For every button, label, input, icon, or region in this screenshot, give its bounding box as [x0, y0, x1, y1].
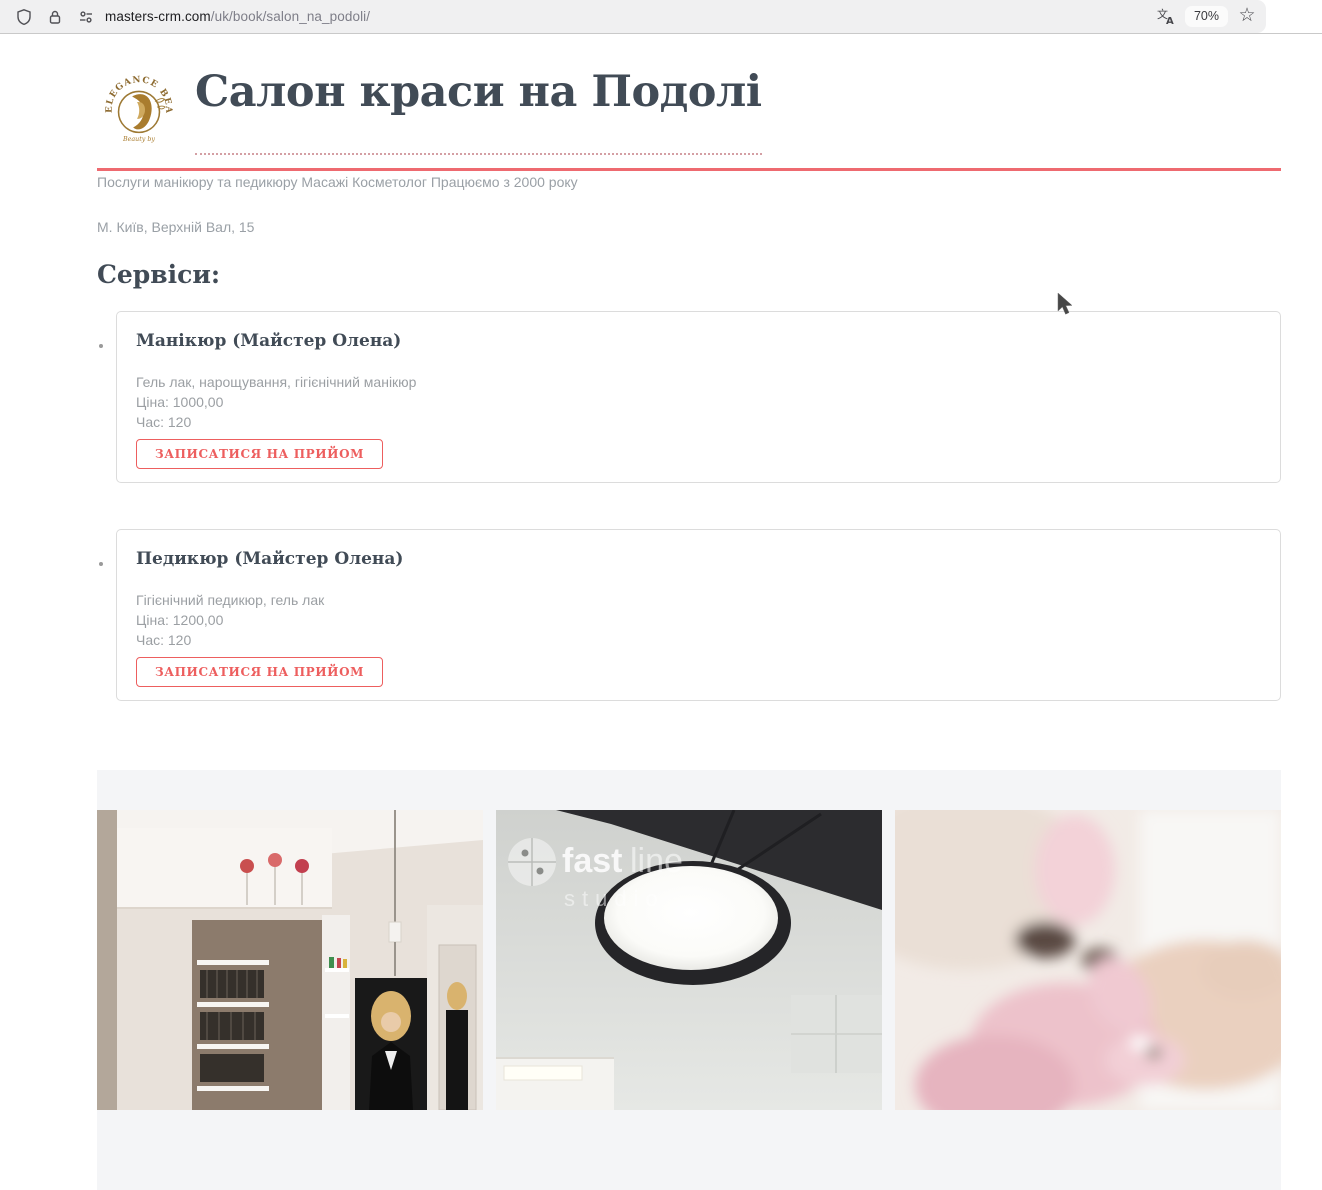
url-path: /uk/book/salon_na_podoli/	[211, 9, 370, 24]
service-price: Ціна: 1000,00	[136, 392, 1260, 412]
translate-icon[interactable]: 文 A	[1155, 6, 1177, 28]
service-duration: Час: 120	[136, 630, 1260, 650]
bullet-dot	[99, 562, 103, 566]
watermark-text-light: line	[630, 842, 683, 880]
tracking-shield-icon[interactable]	[13, 6, 35, 28]
photo-gallery: fast line studio	[97, 810, 1281, 1110]
logo-script-text: Beauty by	[122, 135, 155, 143]
page-content: ELEGANCE BEAUTY Beauty by Салон краси на…	[97, 34, 1281, 1190]
service-description: Гель лак, нарощування, гігієнічний манік…	[136, 372, 1260, 392]
service-description: Гігієнічний педикюр, гель лак	[136, 590, 1260, 610]
gallery-photo-lamp[interactable]: fast line studio	[496, 810, 882, 1110]
service-duration: Час: 120	[136, 412, 1260, 432]
bookmark-star-icon[interactable]: ☆	[1236, 6, 1258, 28]
gallery-photo-interior[interactable]	[97, 810, 483, 1110]
url-display[interactable]: masters-crm.com/uk/book/salon_na_podoli/	[105, 9, 370, 24]
service-card-pedicure: Педикюр (Майстер Олена) Гігієнічний педи…	[116, 529, 1281, 701]
list-item: Педикюр (Майстер Олена) Гігієнічний педи…	[116, 529, 1281, 701]
address-bar[interactable]: masters-crm.com/uk/book/salon_na_podoli/…	[0, 0, 1266, 33]
gallery-band: fast line studio	[97, 770, 1281, 1190]
bullet-dot	[99, 344, 103, 348]
watermark-text-bold: fast	[562, 842, 622, 880]
salon-address: М. Київ, Верхній Вал, 15	[97, 220, 1281, 235]
svg-text:A: A	[1166, 16, 1174, 26]
services-list: Манікюр (Майстер Олена) Гель лак, нарощу…	[97, 311, 1281, 701]
list-item: Манікюр (Майстер Олена) Гель лак, нарощу…	[116, 311, 1281, 483]
page-title: Салон краси на Подолі	[195, 70, 762, 155]
service-name: Педикюр (Майстер Олена)	[136, 550, 1260, 569]
accent-divider	[97, 168, 1281, 171]
service-price: Ціна: 1200,00	[136, 610, 1260, 630]
permissions-icon[interactable]	[75, 6, 97, 28]
services-heading: Сервіси:	[97, 261, 1281, 289]
watermark-text-sub: studio	[564, 886, 665, 911]
lock-icon[interactable]	[44, 6, 66, 28]
salon-logo: ELEGANCE BEAUTY Beauty by	[100, 68, 178, 148]
service-card-manicure: Манікюр (Майстер Олена) Гель лак, нарощу…	[116, 311, 1281, 483]
gallery-photo-manicure[interactable]	[895, 810, 1281, 1110]
page-header: ELEGANCE BEAUTY Beauty by Салон краси на…	[97, 34, 1281, 155]
zoom-level-badge[interactable]: 70%	[1185, 6, 1228, 27]
book-appointment-button[interactable]: ЗАПИСАТИСЯ НА ПРИЙОМ	[136, 657, 383, 687]
url-domain: masters-crm.com	[105, 9, 211, 24]
salon-subtitle: Послуги манікюру та педикюру Масажі Косм…	[97, 175, 1281, 190]
book-appointment-button[interactable]: ЗАПИСАТИСЯ НА ПРИЙОМ	[136, 439, 383, 469]
browser-toolbar: masters-crm.com/uk/book/salon_na_podoli/…	[0, 0, 1322, 34]
service-name: Манікюр (Майстер Олена)	[136, 332, 1260, 351]
